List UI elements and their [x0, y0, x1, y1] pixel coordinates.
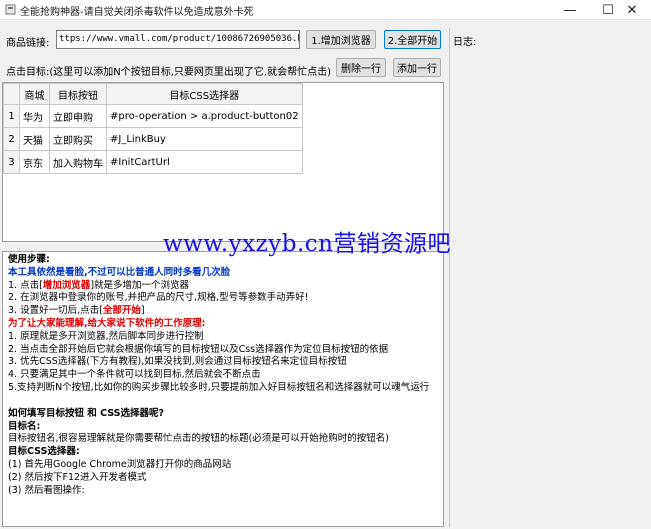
selector-cell[interactable]: #pro-operation > a.product-button02: [106, 104, 303, 128]
principle-4: 4. 只要满足其中一个条件就可以找到目标,然后就会不断点击: [8, 369, 261, 381]
guide-step-2: 2. 在浏览器中登录你的账号,并把产品的尺寸,规格,型号等参数手动弄好!: [8, 292, 309, 304]
selector-cell[interactable]: #J_LinkBuy: [106, 127, 303, 151]
store-cell[interactable]: 华为: [19, 104, 50, 128]
css-step-1: (1) 首先用Google Chrome浏览器打开你的商品网站: [8, 458, 232, 470]
column-header-selector[interactable]: 目标CSS选择器: [106, 83, 303, 105]
principle-3: 3. 优先CSS选择器(下方有教程),如果没找到,则会通过目标按钮名来定位目标按…: [8, 356, 347, 368]
window-title: 全能抢购神器-请自觉关闭杀毒软件以免造成意外卡死: [20, 7, 254, 18]
app-icon: [5, 4, 16, 15]
principle-5: 5.支持判断N个按钮,比如你的购买步骤比较多时,只要提前加入好目标按钮名和选择器…: [8, 381, 430, 393]
target-grid[interactable]: 商城 目标按钮 目标CSS选择器 1 华为 立即申购 #pro-operatio…: [2, 82, 444, 242]
button-cell[interactable]: 立即购买: [49, 127, 107, 151]
target-table: 商城 目标按钮 目标CSS选择器 1 华为 立即申购 #pro-operatio…: [3, 83, 303, 174]
log-panel[interactable]: [449, 28, 650, 527]
instructions-textarea[interactable]: 使用步骤: 本工具依然是看脸,不过可以比普通人同时多看几次脸 1. 点击[增加浏…: [2, 251, 444, 527]
principle-1: 1. 原理就是多开浏览器,然后脚本同步进行控制: [8, 330, 204, 342]
target-name-title: 目标名:: [8, 420, 41, 432]
store-cell[interactable]: 京东: [19, 150, 50, 174]
watermark-text: www.yxzyb.cn营销资源吧: [163, 231, 451, 257]
principle-title: 为了让大家能理解,给大家说下软件的工作原理:: [8, 317, 206, 329]
guide-intro: 本工具依然是看脸,不过可以比普通人同时多看几次脸: [8, 266, 231, 278]
title-bar: 全能抢购神器-请自觉关闭杀毒软件以免造成意外卡死 — ☐ ✕: [0, 0, 651, 20]
minimize-button[interactable]: —: [551, 0, 589, 20]
guide-step-1: 1. 点击[增加浏览器]就是多增加一个浏览器: [8, 279, 190, 291]
table-header-row: 商城 目标按钮 目标CSS选择器: [3, 83, 303, 105]
close-button[interactable]: ✕: [613, 0, 651, 20]
selector-cell[interactable]: #InitCartUrl: [106, 150, 303, 174]
principle-2: 2. 当点击全部开始后它就会根据你填写的目标按钮以及Css选择器作为定位目标按钮…: [8, 343, 389, 355]
table-row[interactable]: 1 华为 立即申购 #pro-operation > a.product-but…: [3, 104, 303, 128]
target-hint: 点击目标:(这里可以添加N个按钮目标,只要网页里出现了它,就会帮忙点击): [6, 67, 332, 78]
guide-step-3: 3. 设置好一切后,点击[全部开始]: [8, 305, 145, 317]
add-row-button[interactable]: 添加一行: [393, 58, 441, 77]
column-header-store[interactable]: 商城: [19, 83, 50, 105]
css-step-3: (3) 然后看图操作:: [8, 484, 85, 496]
table-row[interactable]: 3 京东 加入购物车 #InitCartUrl: [3, 150, 303, 174]
start-all-button[interactable]: 2.全部开始: [384, 30, 441, 49]
css-step-2: (2) 然后按下F12进入开发者模式: [8, 471, 147, 483]
css-title: 目标CSS选择器:: [8, 446, 80, 458]
corner-header-cell: [3, 83, 20, 105]
column-header-button[interactable]: 目标按钮: [49, 83, 107, 105]
store-cell[interactable]: 天猫: [19, 127, 50, 151]
row-number[interactable]: 3: [3, 150, 20, 174]
button-cell[interactable]: 立即申购: [49, 104, 107, 128]
url-input[interactable]: ttps://www.vmall.com/product/10086726905…: [56, 30, 300, 49]
add-browser-button[interactable]: 1.增加浏览器: [306, 30, 376, 49]
button-cell[interactable]: 加入购物车: [49, 150, 107, 174]
table-row[interactable]: 2 天猫 立即购买 #J_LinkBuy: [3, 127, 303, 151]
row-number[interactable]: 1: [3, 104, 20, 128]
url-label: 商品链接:: [6, 38, 50, 49]
howto-title: 如何填写目标按钮 和 CSS选择器呢?: [8, 407, 165, 419]
row-number[interactable]: 2: [3, 127, 20, 151]
log-label: 日志:: [453, 37, 477, 48]
target-name-desc: 目标按钮名,很容易理解就是你需要帮忙点击的按钮的标题(必须是可以开始抢购时的按钮…: [8, 433, 389, 445]
delete-row-button[interactable]: 删除一行: [336, 58, 386, 77]
